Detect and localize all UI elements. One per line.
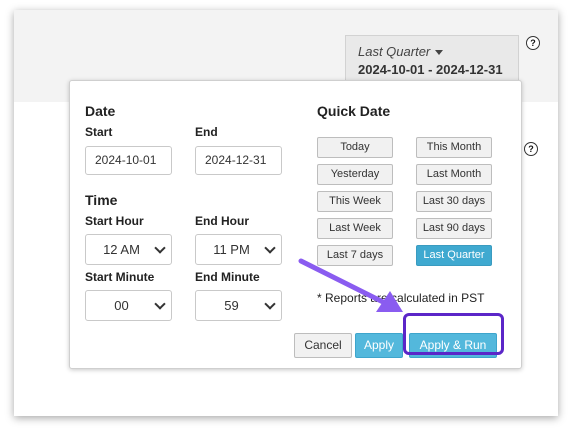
annotation-arrow-icon bbox=[298, 258, 403, 312]
